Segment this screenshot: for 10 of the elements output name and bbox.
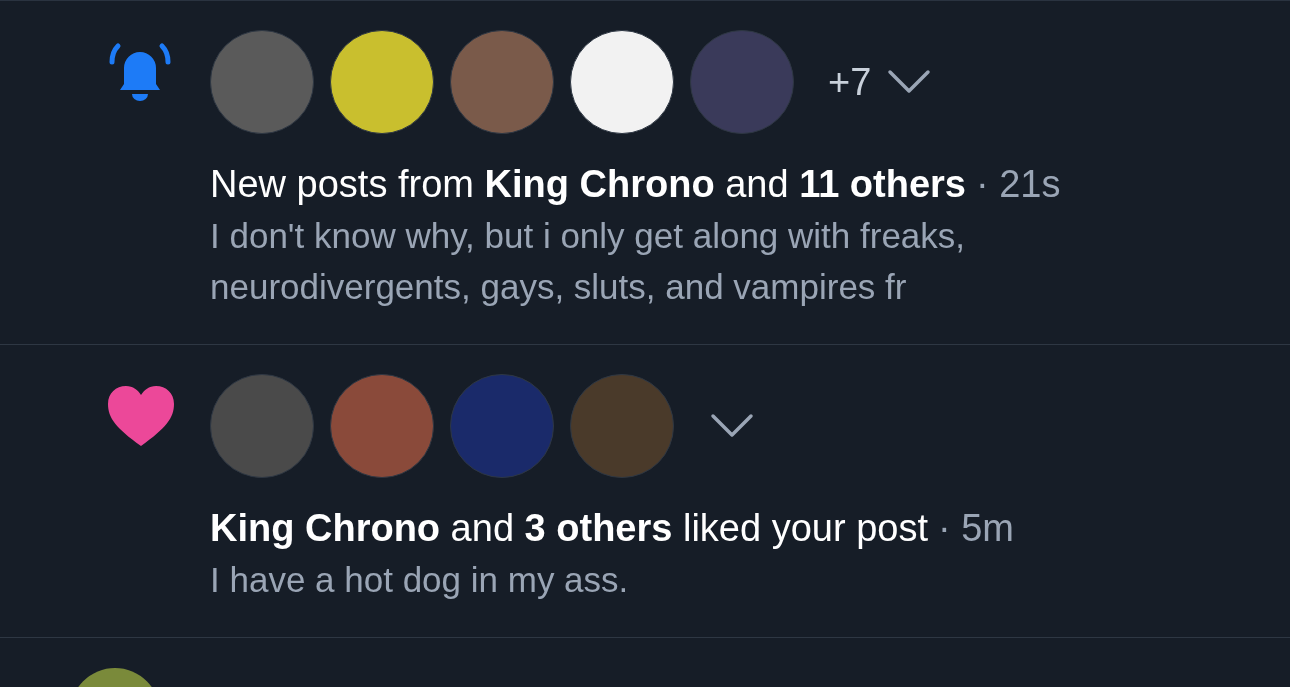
- notification-headline: New posts from King Chrono and 11 others: [210, 163, 966, 205]
- chevron-down-icon[interactable]: [887, 69, 932, 95]
- timestamp: · 5m: [938, 507, 1014, 549]
- notification-headline: King Chrono and 3 others liked your post: [210, 507, 928, 549]
- chevron-down-icon[interactable]: [710, 413, 754, 439]
- post-preview: I don't know why, but i only get along with freaks, neurodivergents, gays, sluts, and vampires fr: [210, 215, 967, 308]
- post-preview: I have a hot dog in my ass.: [210, 559, 630, 601]
- timestamp: · 21s: [976, 163, 1061, 205]
- heart-icon: [106, 384, 176, 448]
- more-count: +7: [828, 59, 872, 105]
